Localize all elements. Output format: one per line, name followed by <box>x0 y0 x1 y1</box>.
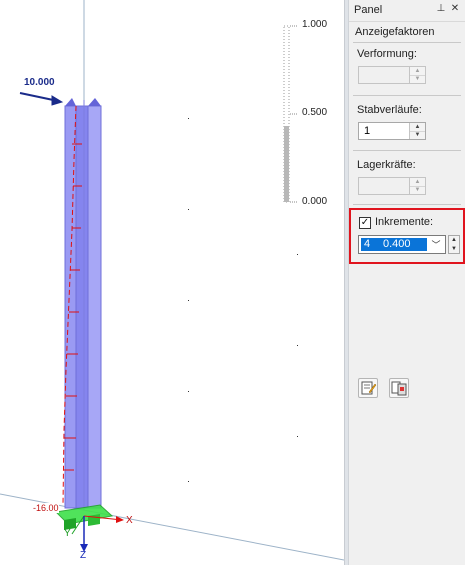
inkremente-index: 4 <box>364 238 371 250</box>
stabverlaeufe-spinner[interactable]: 1 ▲ ▼ <box>358 122 426 140</box>
verformung-label: Verformung: <box>357 48 417 60</box>
section-title: Anzeigefaktoren <box>355 26 435 38</box>
inkremente-checkbox[interactable]: ✓ <box>359 217 371 229</box>
divider <box>353 42 461 43</box>
scale-bar <box>283 25 298 203</box>
spin-down-icon[interactable]: ▼ <box>410 186 425 194</box>
axis-x-label: X <box>126 515 133 526</box>
pin-icon[interactable]: ⊥ <box>435 3 447 14</box>
spin-up-icon[interactable]: ▲ <box>449 236 459 244</box>
spin-down-icon[interactable]: ▼ <box>410 131 425 139</box>
lagerkraefte-spinner[interactable]: ▲ ▼ <box>358 177 426 195</box>
verformung-spinner[interactable]: ▲ ▼ <box>358 66 426 84</box>
close-icon[interactable]: ✕ <box>449 3 461 14</box>
inkremente-label: Inkremente: <box>375 216 434 228</box>
lagerkraefte-label: Lagerkräfte: <box>357 159 416 171</box>
edit-icon <box>361 381 377 395</box>
inkremente-value: 0.400 <box>383 238 411 250</box>
load-arrow <box>19 92 64 106</box>
axis-z-label: Z <box>80 550 87 561</box>
scale-label-mid: 0.500 <box>302 107 328 118</box>
spin-down-icon[interactable]: ▼ <box>410 75 425 83</box>
scale-label-max: 1.000 <box>302 19 328 30</box>
graphics-viewport[interactable]: 10.000 -16.00 X Y Z 1.000 0.500 0.000 <box>0 0 344 565</box>
panel-header: Panel ⊥ ✕ <box>349 0 465 22</box>
grid-dots <box>188 118 298 482</box>
edit-button[interactable] <box>358 378 378 398</box>
stabverlaeufe-label: Stabverläufe: <box>357 104 422 116</box>
chevron-down-icon[interactable]: ﹀ <box>429 238 443 251</box>
load-value-label: 10.000 <box>24 77 55 88</box>
inkremente-combo[interactable]: 4 0.400 ﹀ <box>358 235 446 254</box>
inkremente-stepper[interactable]: ▲ ▼ <box>448 235 460 254</box>
support-value-label: -16.00 <box>33 503 59 513</box>
spin-down-icon[interactable]: ▼ <box>449 245 459 253</box>
inkremente-selection: 4 0.400 <box>361 238 427 251</box>
stabverlaeufe-value: 1 <box>364 125 371 137</box>
scale-label-min: 0.000 <box>302 196 328 207</box>
divider <box>353 95 461 96</box>
copy-button[interactable] <box>389 378 409 398</box>
column-member <box>64 98 102 510</box>
copy-icon <box>391 381 407 396</box>
axis-y-label: Y <box>64 528 71 539</box>
panel-title: Panel <box>354 4 383 16</box>
divider <box>353 204 461 205</box>
divider <box>353 150 461 151</box>
control-panel: Panel ⊥ ✕ Anzeigefaktoren Verformung: ▲ … <box>348 0 465 565</box>
